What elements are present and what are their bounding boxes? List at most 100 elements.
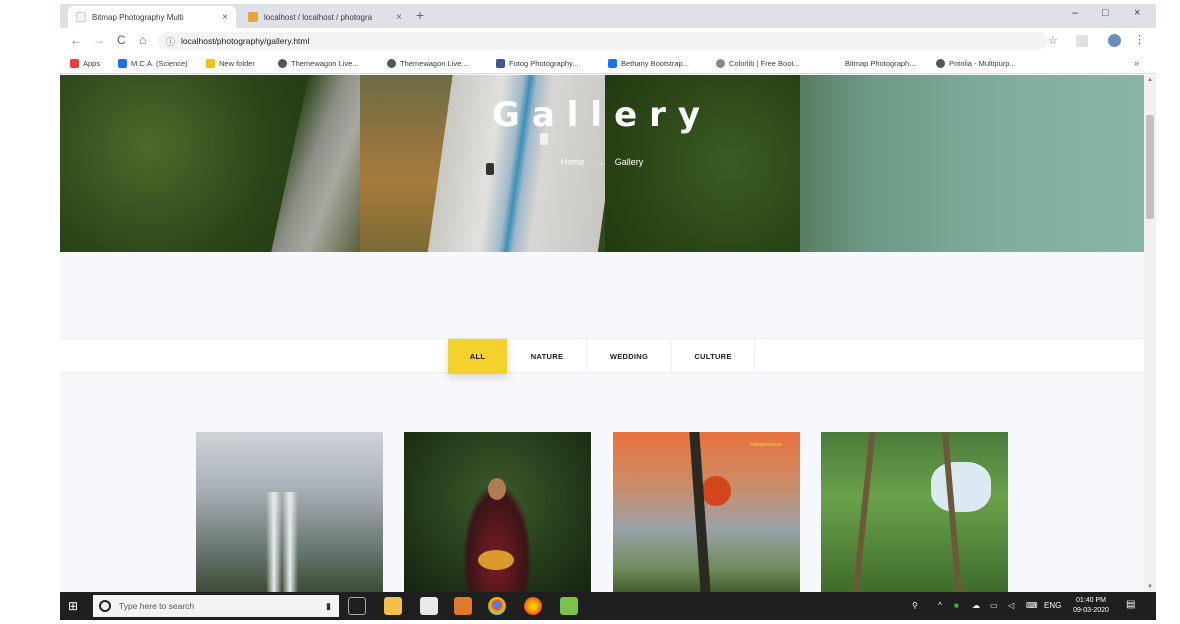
bookmark-star-icon[interactable]: ☆ [1048, 34, 1058, 47]
bookmark-favicon-icon [496, 59, 505, 68]
desktop-screen: Bitmap Photography Multi × localhost / l… [60, 4, 1156, 620]
scroll-up-icon[interactable]: ▲ [1147, 77, 1153, 83]
page-title: Gallery [491, 95, 713, 135]
page-scrollbar[interactable]: ▲ ▼ [1144, 75, 1156, 592]
store-icon[interactable] [420, 597, 438, 615]
face-shape [488, 478, 506, 500]
site-info-icon[interactable]: ⓘ [166, 35, 175, 48]
bookmark-apps[interactable]: Apps [70, 59, 100, 68]
scroll-down-icon[interactable]: ▼ [1147, 584, 1153, 590]
minimize-icon[interactable]: – [1072, 7, 1078, 19]
media-player-icon[interactable] [454, 597, 472, 615]
breadcrumb-current: Gallery [614, 157, 644, 167]
people-icon[interactable]: ⚲ [912, 601, 918, 610]
bookmarks-bar: Apps M.C.A. (Science) New folder Themewa… [60, 54, 1156, 74]
gallery-item-palm-trees[interactable] [821, 432, 1008, 592]
tab-close-icon[interactable]: × [222, 12, 228, 23]
globe-icon [278, 59, 287, 68]
globe-icon [387, 59, 396, 68]
breadcrumb: Home → Gallery [60, 157, 1144, 167]
tab-favicon-icon [248, 12, 258, 22]
taskbar-search[interactable]: Type here to search ▮ [93, 595, 339, 617]
gallery-item-waterfall[interactable] [196, 432, 383, 592]
hero-banner: Gallery Home → Gallery [60, 75, 1144, 252]
filter-nature[interactable]: NATURE [508, 339, 587, 374]
apps-grid-icon [70, 59, 79, 68]
globe-icon [936, 59, 945, 68]
home-icon[interactable]: ⌂ [139, 33, 146, 47]
bookmark-colorlib[interactable]: Colorlib | Free Boot... [716, 59, 800, 68]
filter-culture[interactable]: CULTURE [672, 339, 755, 374]
tab-bitmap-photography[interactable]: Bitmap Photography Multi × [68, 6, 236, 28]
firefox-icon[interactable] [524, 597, 542, 615]
bootstrap-icon [608, 59, 617, 68]
task-view-icon[interactable] [348, 597, 366, 615]
tab-favicon-icon [76, 12, 86, 22]
microphone-icon[interactable]: ▮ [326, 601, 331, 612]
tray-expand-icon[interactable]: ^ [938, 601, 942, 610]
waterfall-shape [266, 492, 306, 592]
bookmarks-overflow-icon[interactable]: » [1134, 58, 1139, 68]
bookmark-fotog[interactable]: Fotog Photography... [496, 59, 579, 68]
maximize-icon[interactable]: □ [1102, 7, 1109, 19]
tab-title: Bitmap Photography Multi [92, 12, 184, 22]
network-icon[interactable]: ▭ [990, 601, 998, 610]
bookmark-potolia[interactable]: Potolia - Multipurp... [936, 59, 1016, 68]
palm-trunk [941, 432, 963, 592]
close-window-icon[interactable]: × [1134, 7, 1140, 19]
browser-menu-icon[interactable]: ⋮ [1134, 33, 1145, 46]
bookmark-bethany[interactable]: Bethany Bootstrap... [608, 59, 689, 68]
app-tray-icon[interactable]: ■ [954, 601, 959, 610]
sun-shape [701, 476, 731, 506]
tab-strip: Bitmap Photography Multi × localhost / l… [60, 4, 1156, 28]
onedrive-icon[interactable]: ☁ [972, 601, 980, 610]
gallery-filter-bar: ALL NATURE WEDDING CULTURE [60, 338, 1144, 374]
breadcrumb-home[interactable]: Home [561, 157, 585, 167]
windows-start-icon[interactable]: ⊞ [68, 599, 78, 613]
filter-all[interactable]: ALL [448, 339, 508, 374]
web-page: Gallery Home → Gallery ALL NATURE WEDDIN… [60, 75, 1144, 592]
bookmark-mca-science[interactable]: M.C.A. (Science) [118, 59, 188, 68]
tab-close-icon[interactable]: × [396, 12, 402, 23]
bookmark-bitmap[interactable]: Bitmap Photograph... [832, 59, 915, 68]
colorlib-icon [716, 59, 725, 68]
bookmark-themewagon-2[interactable]: Themewagon Live... [387, 59, 468, 68]
address-bar[interactable]: ⓘ localhost/photography/gallery.html [158, 32, 1048, 50]
bookmark-new-folder[interactable]: New folder [206, 59, 255, 68]
bookmark-themewagon-1[interactable]: Themewagon Live... [278, 59, 359, 68]
reload-icon[interactable]: C [117, 33, 126, 47]
gallery-item-woman-basket[interactable] [404, 432, 591, 592]
volume-icon[interactable]: ◁ [1008, 601, 1014, 610]
clock-date: 09-03-2020 [1073, 607, 1109, 614]
notification-icon[interactable]: ▤ [1126, 599, 1135, 610]
tree-shape [689, 432, 711, 592]
chrome-icon[interactable] [488, 597, 506, 615]
file-explorer-icon[interactable] [384, 597, 402, 615]
language-icon[interactable]: ⌨ [1026, 601, 1038, 610]
profile-avatar-icon[interactable] [1108, 34, 1121, 47]
extension-icon[interactable] [1076, 35, 1088, 47]
sky-shape [931, 462, 991, 512]
search-placeholder: Type here to search [119, 601, 195, 611]
palm-trunk [852, 432, 876, 592]
notepad-icon[interactable] [560, 597, 578, 615]
back-arrow-icon[interactable]: ← [70, 33, 82, 47]
scrollbar-thumb[interactable] [1146, 115, 1154, 219]
clock-time: 01:40 PM [1076, 597, 1106, 604]
gallery-item-sunset-tree[interactable]: Independence [613, 432, 800, 592]
new-tab-button[interactable]: + [416, 7, 424, 23]
forward-arrow-icon[interactable]: → [93, 33, 105, 47]
windows-taskbar: ⊞ Type here to search ▮ ⚲ ^ ■ ☁ ▭ ◁ ⌨ EN… [60, 592, 1156, 620]
system-clock[interactable]: 01:40 PM 09-03-2020 [1066, 596, 1116, 616]
folder-icon [206, 59, 215, 68]
browser-toolbar: ← → C ⌂ ⓘ localhost/photography/gallery.… [60, 28, 1156, 54]
basket-shape [478, 550, 514, 570]
tab-phpmyadmin[interactable]: localhost / localhost / photogra × [240, 6, 410, 28]
filter-wedding[interactable]: WEDDING [587, 339, 672, 374]
photo-watermark: Independence [750, 442, 782, 448]
cortana-icon [99, 600, 111, 612]
breadcrumb-arrow-icon: → [595, 157, 605, 167]
language-indicator[interactable]: ENG [1044, 601, 1061, 610]
bookmark-favicon-icon [832, 59, 841, 68]
tab-title: localhost / localhost / photogra [264, 12, 373, 22]
